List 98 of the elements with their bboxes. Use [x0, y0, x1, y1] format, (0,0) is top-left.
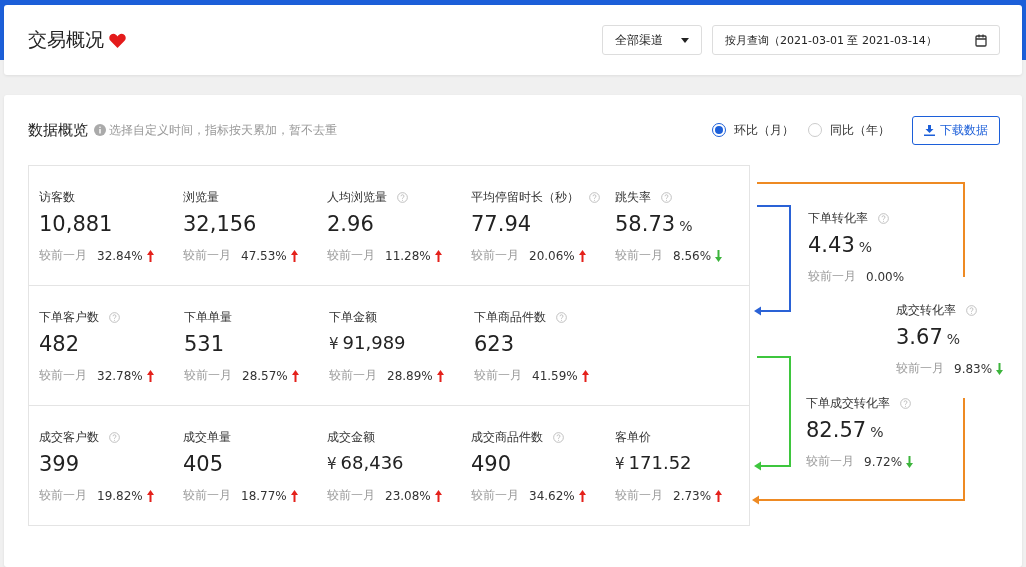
page-title: 交易概况: [28, 27, 104, 52]
help-icon[interactable]: [966, 305, 977, 316]
unit-label: %: [679, 218, 693, 234]
calendar-icon: [975, 33, 987, 47]
metric-label: 平均停留时长（秒）: [471, 189, 579, 206]
metric-label: 人均浏览量: [327, 189, 387, 206]
metric-value: 490: [471, 452, 512, 476]
change-value: 28.89%: [387, 368, 433, 383]
metric-label: 下单单量: [184, 309, 232, 326]
compare-label: 较前一月: [39, 367, 87, 384]
help-icon[interactable]: [397, 192, 408, 203]
compare-label: 较前一月: [39, 247, 87, 264]
info-icon: [94, 124, 106, 136]
unit-label: %: [870, 424, 884, 440]
change-value: 11.28%: [385, 248, 431, 263]
change-value: 32.78%: [97, 368, 143, 383]
metric-value: 623: [474, 332, 515, 356]
metric-label: 下单商品件数: [474, 309, 546, 326]
metric-label: 成交单量: [183, 429, 231, 446]
radio-option[interactable]: 同比（年）: [808, 121, 890, 139]
metric-label: 客单价: [615, 429, 651, 446]
metric-value: 399: [39, 452, 80, 476]
metric-value: 405: [183, 452, 224, 476]
help-icon[interactable]: [878, 213, 889, 224]
currency-sign: ¥: [329, 335, 339, 353]
change-value: 8.56%: [673, 248, 712, 263]
compare-label: 较前一月: [184, 367, 232, 384]
compare-label: 较前一月: [183, 247, 231, 264]
change-value: 20.06%: [529, 248, 575, 263]
compare-label: 较前一月: [615, 247, 663, 264]
metric-value: 482: [39, 332, 80, 356]
compare-label: 较前一月: [327, 487, 375, 504]
metric-label: 下单客户数: [39, 309, 99, 326]
section-title: 数据概览: [28, 120, 88, 140]
currency-sign: ¥: [615, 455, 625, 473]
change-value: 28.57%: [242, 368, 288, 383]
hint-text: 选择自定义时间，指标按天累加，暂不去重: [109, 121, 337, 139]
metric-value: 531: [184, 332, 225, 356]
change-value: 2.73%: [673, 488, 712, 503]
metric-label: 下单成交转化率: [806, 395, 890, 412]
help-icon[interactable]: [553, 432, 564, 443]
compare-label: 较前一月: [806, 453, 854, 470]
metric-value: 4.43: [808, 233, 855, 257]
metric-value: 82.57: [806, 418, 867, 442]
metric-label: 成交转化率: [896, 302, 956, 319]
compare-label: 较前一月: [183, 487, 231, 504]
compare-label: 较前一月: [808, 268, 856, 285]
compare-label: 较前一月: [471, 247, 519, 264]
compare-label: 较前一月: [896, 360, 944, 377]
change-value: 41.59%: [532, 368, 578, 383]
currency-sign: ¥: [327, 455, 337, 473]
metric-value: 32,156: [183, 212, 257, 236]
metric-value: 68,436: [340, 452, 404, 473]
channel-dropdown[interactable]: 全部渠道: [602, 25, 702, 55]
heart-icon[interactable]: [109, 32, 126, 48]
unit-label: %: [946, 331, 961, 347]
metric-value: 77.94: [471, 212, 532, 236]
help-icon[interactable]: [109, 432, 120, 443]
change-value: 23.08%: [385, 488, 431, 503]
help-icon[interactable]: [556, 312, 567, 323]
change-value: 19.82%: [97, 488, 143, 503]
radio-option[interactable]: 环比（月）: [712, 121, 794, 139]
help-icon[interactable]: [109, 312, 120, 323]
compare-label: 较前一月: [471, 487, 519, 504]
change-value: 34.62%: [529, 488, 575, 503]
change-value: 47.53%: [241, 248, 287, 263]
change-value: 9.72%: [864, 454, 903, 469]
download-icon: [924, 124, 935, 136]
change-value: 32.84%: [97, 248, 143, 263]
help-icon[interactable]: [589, 192, 600, 203]
metric-value: 2.96: [327, 212, 374, 236]
metric-label: 成交金额: [327, 429, 375, 446]
caret-icon: [681, 37, 689, 43]
metric-value: 10,881: [39, 212, 113, 236]
change-value: 0.00%: [866, 269, 905, 284]
metric-label: 成交客户数: [39, 429, 99, 446]
unit-label: %: [858, 239, 873, 255]
download-button[interactable]: 下载数据: [912, 115, 1000, 145]
change-value: 9.83%: [954, 361, 993, 376]
compare-label: 较前一月: [329, 367, 377, 384]
metric-value: 171.52: [628, 452, 692, 473]
metric-label: 下单金额: [329, 309, 377, 326]
metric-value: 58.73: [615, 212, 676, 236]
metric-label: 跳失率: [615, 189, 651, 206]
compare-label: 较前一月: [327, 247, 375, 264]
metric-value: 3.67: [896, 325, 943, 349]
date-range-field[interactable]: 按月查询（2021-03-01 至 2021-03-14）: [712, 25, 1000, 55]
metric-label: 访客数: [39, 189, 75, 206]
metric-label: 下单转化率: [808, 210, 868, 227]
change-value: 18.77%: [241, 488, 287, 503]
compare-label: 较前一月: [39, 487, 87, 504]
help-icon[interactable]: [661, 192, 672, 203]
help-icon[interactable]: [900, 398, 911, 409]
metric-value: 91,989: [342, 332, 406, 353]
compare-label: 较前一月: [615, 487, 663, 504]
compare-label: 较前一月: [474, 367, 522, 384]
metric-label: 成交商品件数: [471, 429, 543, 446]
metric-label: 浏览量: [183, 189, 219, 206]
